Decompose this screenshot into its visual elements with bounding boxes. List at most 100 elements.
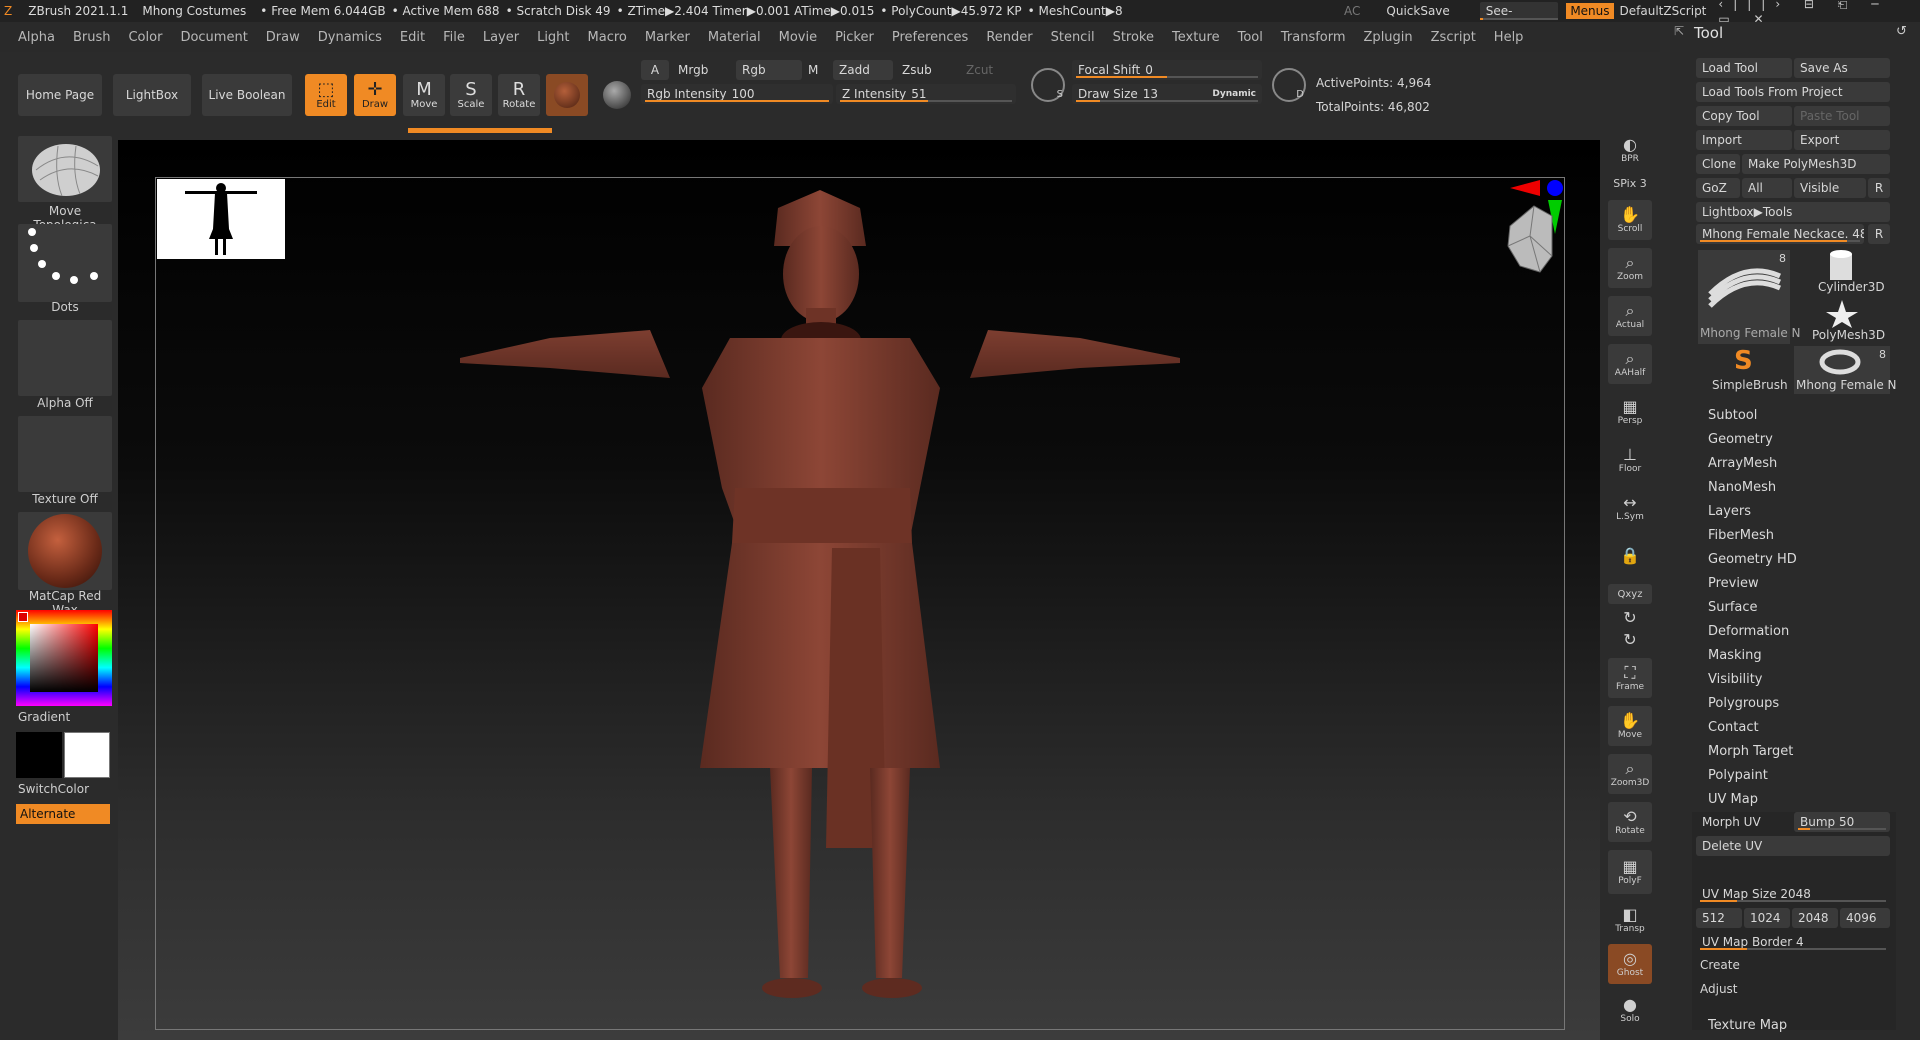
tool-thumb-mhong-female-2[interactable]: 8 Mhong Female N [1794,346,1897,394]
stroke-thumbnail[interactable] [18,224,112,302]
polygroups-menu[interactable]: Polygroups [1708,696,1779,711]
contact-menu[interactable]: Contact [1708,720,1759,735]
uv-size-2048-button[interactable]: 2048 [1792,908,1838,928]
zadd-button[interactable]: Zadd [833,60,893,80]
uv-map-size-slider[interactable]: UV Map Size 2048 [1696,884,1890,904]
menu-movie[interactable]: Movie [779,30,817,45]
ac-label[interactable]: AC [1344,4,1360,18]
bump-slider[interactable]: Bump 50 [1794,812,1890,832]
clone-button[interactable]: Clone [1696,154,1740,174]
menu-help[interactable]: Help [1494,30,1524,45]
fibermesh-menu[interactable]: FiberMesh [1708,528,1774,543]
menu-marker[interactable]: Marker [645,30,690,45]
uv-size-512-button[interactable]: 512 [1696,908,1742,928]
tool-thumb-polymesh3d[interactable]: PolyMesh3D [1794,298,1890,344]
copy-tool-button[interactable]: Copy Tool [1696,106,1792,126]
lsym-button[interactable]: ↔ L.Sym [1608,488,1652,528]
zoom3d-button[interactable]: ⌕ Zoom3D [1608,754,1652,794]
secondary-color-swatch[interactable] [64,732,110,778]
tool-thumb-mhong-necklace[interactable]: 8 Mhong Female N [1698,250,1801,344]
menu-stroke[interactable]: Stroke [1113,30,1154,45]
live-boolean-button[interactable]: Live Boolean [202,74,292,116]
texture-thumbnail[interactable] [18,416,112,492]
create-submenu[interactable]: Create [1700,958,1740,972]
export-button[interactable]: Export [1794,130,1890,150]
menu-render[interactable]: Render [986,30,1032,45]
dynamic-label[interactable]: Dynamic [1212,89,1256,99]
z-rotate-button[interactable]: ↻ [1608,630,1652,650]
subtool-menu[interactable]: Subtool [1708,408,1757,423]
home-page-button[interactable]: Home Page [18,74,102,116]
masking-menu[interactable]: Masking [1708,648,1762,663]
surface-menu[interactable]: Surface [1708,600,1758,615]
geometry-hd-menu[interactable]: Geometry HD [1708,552,1797,567]
paste-tool-button[interactable]: Paste Tool [1794,106,1890,126]
material-thumbnail[interactable] [18,512,112,590]
polypaint-menu[interactable]: Polypaint [1708,768,1768,783]
menu-zplugin[interactable]: Zplugin [1364,30,1413,45]
focal-shift-slider[interactable]: Focal Shift 0 [1072,60,1262,80]
palette-reset-icon[interactable]: ↺ [1896,24,1907,39]
morph-uv-button[interactable]: Morph UV [1696,812,1792,832]
rgb-intensity-slider[interactable]: Rgb Intensity 100 [641,84,833,104]
menu-stencil[interactable]: Stencil [1051,30,1095,45]
lazy-mouse-s-button[interactable]: S [1031,68,1065,102]
scale-button[interactable]: S Scale [450,74,492,116]
menu-light[interactable]: Light [537,30,569,45]
lightbox-button[interactable]: LightBox [113,74,191,116]
rotate-button[interactable]: R Rotate [498,74,540,116]
move-view-button[interactable]: ✋ Move [1608,706,1652,746]
menu-transform[interactable]: Transform [1281,30,1346,45]
z-intensity-slider[interactable]: Z Intensity 51 [836,84,1016,104]
lock-button[interactable]: 🔒 [1608,536,1652,576]
menu-macro[interactable]: Macro [588,30,627,45]
menu-document[interactable]: Document [180,30,247,45]
orientation-gizmo[interactable] [1500,176,1568,306]
make-polymesh3d-button[interactable]: Make PolyMesh3D [1742,154,1890,174]
current-tool-slider[interactable]: Mhong Female Neckace. 48 [1696,224,1864,244]
alternate-button[interactable]: Alternate [16,804,110,824]
y-rotate-button[interactable]: ↻ [1608,608,1652,628]
tool-thumb-simplebrush[interactable]: S SimpleBrush [1698,346,1790,394]
arraymesh-menu[interactable]: ArrayMesh [1708,456,1777,471]
aahalf-button[interactable]: ⌕ AAHalf [1608,344,1652,384]
floor-button[interactable]: ⊥ Floor [1608,440,1652,480]
brush-thumbnail[interactable] [18,136,112,202]
menu-color[interactable]: Color [128,30,162,45]
zoom-button[interactable]: ⌕ Zoom [1608,248,1652,288]
menu-dynamics[interactable]: Dynamics [318,30,382,45]
menu-material[interactable]: Material [708,30,761,45]
uv-size-1024-button[interactable]: 1024 [1744,908,1790,928]
menu-edit[interactable]: Edit [400,30,425,45]
menus-button[interactable]: Menus [1566,3,1614,19]
gradient-label[interactable]: Gradient [18,710,112,724]
preview-menu[interactable]: Preview [1708,576,1759,591]
lightbox-tools-button[interactable]: Lightbox▶Tools [1696,202,1890,222]
primary-color-swatch[interactable] [16,732,62,778]
mrgb-button[interactable]: Mrgb [672,60,732,80]
color-picker[interactable] [16,610,112,706]
draw-button[interactable]: ✛ Draw [354,74,396,116]
polyf-button[interactable]: ▦ PolyF [1608,850,1652,894]
zsub-button[interactable]: Zsub [896,60,956,80]
ghost-button[interactable]: ◎ Ghost [1608,944,1652,984]
geometry-menu[interactable]: Geometry [1708,432,1773,447]
delete-uv-button[interactable]: Delete UV [1696,836,1890,856]
palette-pin-icon[interactable]: ⇱ [1674,24,1684,38]
texture-map-menu[interactable]: Texture Map [1708,1018,1787,1033]
scroll-button[interactable]: ✋ Scroll [1608,200,1652,240]
all-button[interactable]: All [1742,178,1792,198]
goz-r-button[interactable]: R [1868,178,1890,198]
uv-size-4096-button[interactable]: 4096 [1840,908,1890,928]
frame-button[interactable]: ⛶ Frame [1608,658,1652,698]
visible-button[interactable]: Visible [1794,178,1866,198]
xyz-button[interactable]: Qxyz [1608,584,1652,604]
navigator-thumbnail[interactable] [157,179,285,259]
deformation-menu[interactable]: Deformation [1708,624,1789,639]
move-button[interactable]: M Move [403,74,445,116]
uv-map-menu[interactable]: UV Map [1708,792,1758,807]
menu-picker[interactable]: Picker [835,30,874,45]
rgb-button[interactable]: Rgb [736,60,802,80]
bpr-button[interactable]: ◐ BPR [1608,130,1652,170]
default-zscript-button[interactable]: DefaultZScript [1620,4,1707,18]
